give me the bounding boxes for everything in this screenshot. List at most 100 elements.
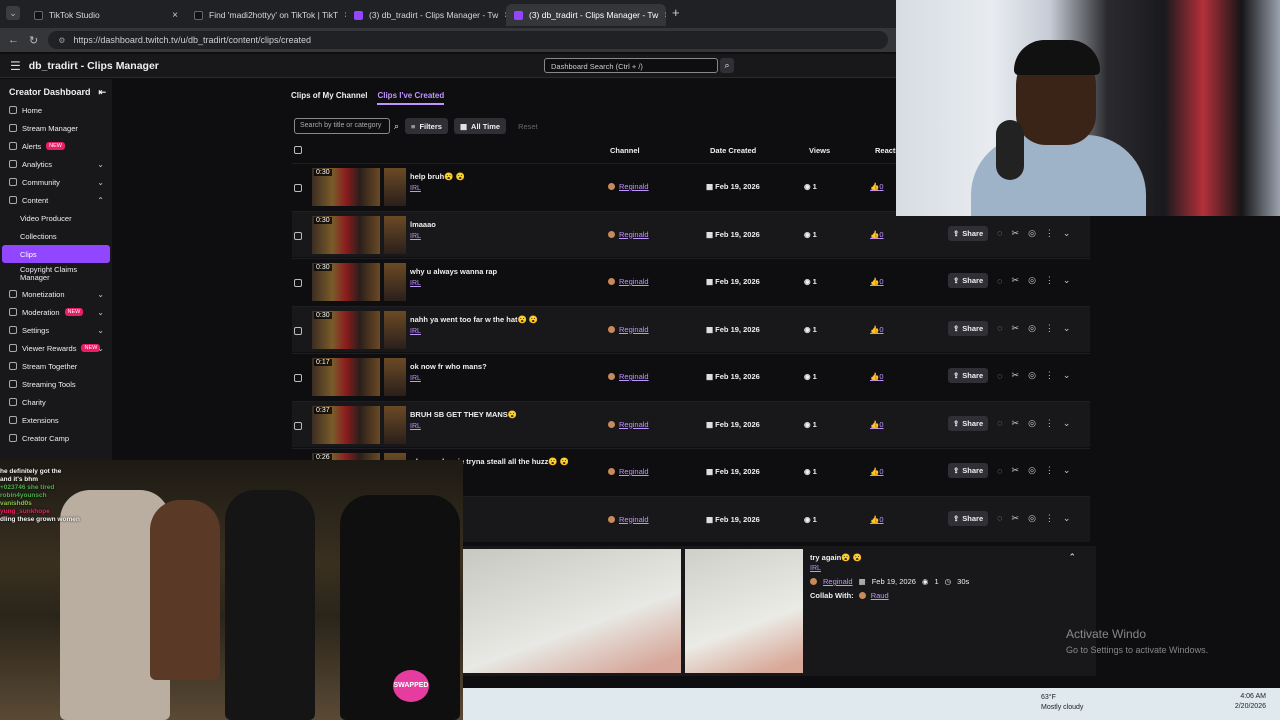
sidebar-item-stream-manager[interactable]: Stream Manager [0,119,112,137]
chevron-icon[interactable]: ⌄ [97,290,104,299]
channel-link[interactable]: Reginald [608,277,649,286]
scissors-icon[interactable]: ✂ [1012,418,1020,429]
chevron-down-icon[interactable]: ⌄ [1063,323,1071,334]
more-options-icon[interactable]: ⋮ [1045,228,1054,239]
sidebar-item-monetization[interactable]: Monetization ⌄ [0,285,112,303]
reactions-link[interactable]: 👍0 [870,420,884,429]
tab-clips-of-my-channel[interactable]: Clips of My Channel [291,91,367,105]
dashboard-search-input[interactable]: Dashboard Search (Ctrl + /) [544,58,718,73]
clip-category-link[interactable]: IRL [410,185,421,192]
loading-icon[interactable]: ◌ [997,371,1002,381]
row-checkbox[interactable] [294,184,302,192]
sidebar-item-streaming-tools[interactable]: Streaming Tools [0,375,112,393]
chevron-up-icon[interactable]: ⌃ [1068,552,1076,563]
clip-thumbnail[interactable] [384,310,406,349]
clip-thumbnail[interactable] [384,263,406,301]
detail-category-link[interactable]: IRL [810,565,821,572]
sidebar-item-clips[interactable]: Clips [2,245,110,263]
sidebar-item-stream-together[interactable]: Stream Together [0,357,112,375]
url-field[interactable]: ⚙ https://dashboard.twitch.tv/u/db_tradi… [48,31,889,49]
reactions-link[interactable]: 👍0 [870,467,884,476]
scissors-icon[interactable]: ✂ [1012,513,1020,524]
share-button[interactable]: ⇪ Share [948,510,989,526]
chevron-icon[interactable]: ⌄ [97,308,104,317]
sidebar-item-extensions[interactable]: Extensions [0,411,112,429]
loading-icon[interactable]: ◌ [997,228,1002,238]
column-reactions[interactable]: Reacti [875,146,898,155]
browser-tab[interactable]: (3) db_tradirt - Clips Manager - Tw × [346,4,506,26]
clip-category-link[interactable]: IRL [410,328,421,335]
more-options-icon[interactable]: ⋮ [1045,370,1054,381]
collapse-icon[interactable]: ⇤ [98,87,106,98]
loading-icon[interactable]: ◌ [997,418,1002,428]
more-options-icon[interactable]: ⋮ [1045,275,1054,286]
collab-link[interactable]: Raud [871,591,889,600]
new-tab-icon[interactable]: + [672,5,680,20]
column-channel[interactable]: Channel [610,146,640,155]
share-button[interactable]: ⇪ Share [948,368,989,383]
target-icon[interactable]: ◎ [1028,275,1036,286]
reactions-link[interactable]: 👍0 [870,277,884,286]
clip-category-link[interactable]: IRL [410,423,421,430]
target-icon[interactable]: ◎ [1028,513,1036,524]
reactions-link[interactable]: 👍0 [870,372,884,381]
system-clock[interactable]: 4:06 AM 2/20/2026 [1235,692,1266,712]
sidebar-item-content[interactable]: Content ⌃ [0,191,112,209]
tab-search-button[interactable]: ⌄ [6,6,20,20]
site-info-icon[interactable]: ⚙ [58,36,65,45]
chevron-icon[interactable]: ⌄ [97,344,104,353]
clip-preview-thumbnail[interactable] [685,549,803,673]
scissors-icon[interactable]: ✂ [1012,323,1020,334]
reset-button[interactable]: Reset [512,118,544,134]
channel-link[interactable]: Reginald [608,515,649,524]
more-options-icon[interactable]: ⋮ [1045,465,1054,476]
clip-thumbnail[interactable] [384,215,406,254]
more-options-icon[interactable]: ⋮ [1045,418,1054,429]
search-icon[interactable]: ⌕ [394,121,399,132]
table-row[interactable]: 0:30 nahh ya went too far w the hat😮 😮 IRL… [292,305,1090,352]
channel-link[interactable]: Reginald [608,182,649,191]
reactions-link[interactable]: 👍0 [870,325,884,334]
row-checkbox[interactable] [294,231,302,240]
chevron-down-icon[interactable]: ⌄ [1063,275,1071,286]
chevron-icon[interactable]: ⌄ [97,326,104,335]
scissors-icon[interactable]: ✂ [1012,275,1020,286]
more-options-icon[interactable]: ⋮ [1045,513,1054,524]
close-icon[interactable]: × [664,10,666,21]
row-checkbox[interactable] [294,374,302,382]
sidebar-item-home[interactable]: Home [0,101,112,119]
chevron-down-icon[interactable]: ⌄ [1063,418,1071,429]
weather-widget[interactable]: 63°F Mostly cloudy [1041,693,1083,713]
sidebar-item-alerts[interactable]: Alerts NEW [0,137,112,155]
tab-clips-ive-created[interactable]: Clips I've Created [377,91,445,105]
reload-icon[interactable]: ↻ [29,34,38,47]
sidebar-item-analytics[interactable]: Analytics ⌄ [0,155,112,173]
sidebar-item-creator-camp[interactable]: Creator Camp [0,429,112,447]
chevron-down-icon[interactable]: ⌄ [1063,513,1071,524]
clip-category-link[interactable]: IRL [410,280,421,287]
target-icon[interactable]: ◎ [1028,370,1036,381]
browser-tab[interactable]: Find 'madi2hottyy' on TikTok | TikT × [186,4,346,26]
target-icon[interactable]: ◎ [1028,465,1036,476]
channel-link[interactable]: Reginald [608,325,649,334]
reactions-link[interactable]: 👍0 [870,515,884,524]
row-checkbox[interactable] [294,279,302,287]
sidebar-item-viewer-rewards[interactable]: Viewer Rewards NEW ⌄ [0,339,112,357]
clip-search-input[interactable]: Search by title or category [294,118,390,134]
channel-link[interactable]: Reginald [608,420,649,429]
menu-icon[interactable]: ☰ [10,59,21,73]
close-icon[interactable]: × [172,10,178,21]
table-row[interactable]: 0:30 why u always wanna rap IRL Reginald ▦ F… [292,258,1090,304]
chevron-down-icon[interactable]: ⌄ [1063,465,1071,476]
chevron-icon[interactable]: ⌃ [97,196,104,205]
target-icon[interactable]: ◎ [1028,418,1036,429]
sidebar-item-community[interactable]: Community ⌄ [0,173,112,191]
chevron-down-icon[interactable]: ⌄ [1063,228,1071,239]
row-checkbox[interactable] [294,421,302,430]
table-row[interactable]: 0:17 ok now fr who mans? IRL Reginald ▦ Feb … [292,353,1090,399]
clip-category-link[interactable]: IRL [410,233,421,240]
select-all-checkbox[interactable] [294,146,302,154]
clip-preview-thumbnail[interactable] [463,549,681,673]
loading-icon[interactable]: ◌ [997,323,1002,333]
clip-thumbnail[interactable] [384,405,406,444]
